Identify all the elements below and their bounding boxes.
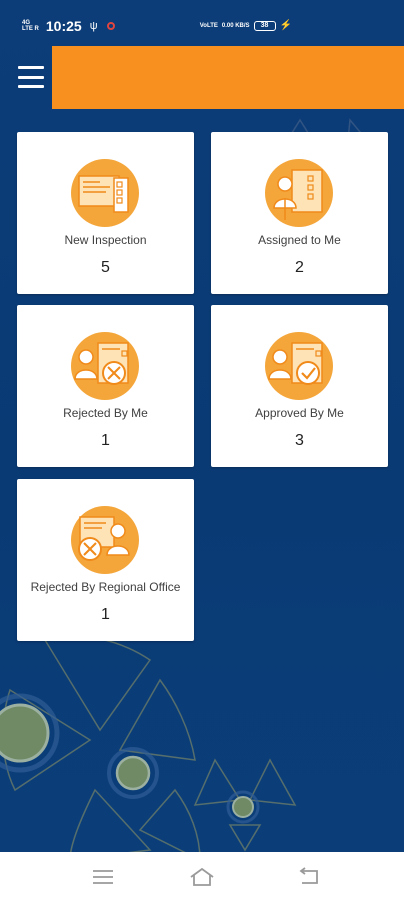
hamburger-menu-icon[interactable] [18, 66, 44, 88]
app-screen: 4G LTE R 10:25 ψ VoLTE 0.00 KB/S 38 ⚡ Ne… [0, 0, 404, 900]
card-count: 3 [295, 432, 304, 449]
card-label: Rejected By Me [63, 406, 148, 420]
signal-indicator: 4G LTE R [22, 20, 39, 32]
status-left-group: 4G LTE R 10:25 ψ [22, 18, 115, 34]
card-approved-by-me[interactable]: Approved By Me 3 [211, 305, 388, 467]
back-icon[interactable] [296, 866, 322, 888]
card-count: 1 [101, 606, 110, 623]
card-label: New Inspection [64, 233, 147, 247]
card-count: 5 [101, 259, 110, 276]
document-form-icon [71, 159, 139, 227]
card-count: 2 [295, 259, 304, 276]
recording-icon [106, 22, 115, 30]
card-assigned-to-me[interactable]: Assigned to Me 2 [211, 132, 388, 294]
status-bar: 4G LTE R 10:25 ψ VoLTE 0.00 KB/S 38 ⚡ [0, 0, 404, 46]
approved-check-icon [265, 332, 333, 400]
clock-time: 10:25 [45, 18, 82, 34]
card-rejected-by-me[interactable]: Rejected By Me 1 [17, 305, 194, 467]
card-label: Assigned to Me [258, 233, 341, 247]
network-speed-text: 0.00 KB/S [221, 22, 250, 29]
assigned-user-icon [265, 159, 333, 227]
app-header-banner [52, 46, 404, 109]
signal-bottom-text: LTE R [22, 26, 39, 32]
card-label: Rejected By Regional Office [30, 580, 181, 594]
network-type-text: VoLTE [199, 22, 218, 29]
recent-apps-icon[interactable] [90, 866, 116, 888]
regional-rejected-icon [71, 506, 139, 574]
card-rejected-by-regional-office[interactable]: Rejected By Regional Office 1 [17, 479, 194, 641]
system-nav-bar [0, 852, 404, 900]
card-count: 1 [101, 432, 110, 449]
charging-icon: ⚡ [279, 20, 292, 31]
rejected-x-icon [71, 332, 139, 400]
card-new-inspection[interactable]: New Inspection 5 [17, 132, 194, 294]
card-label: Approved By Me [255, 406, 344, 420]
home-icon[interactable] [189, 866, 215, 888]
battery-icon: 38 [253, 20, 276, 31]
status-right-group: VoLTE 0.00 KB/S 38 ⚡ [200, 20, 292, 31]
usb-icon: ψ [89, 20, 98, 32]
